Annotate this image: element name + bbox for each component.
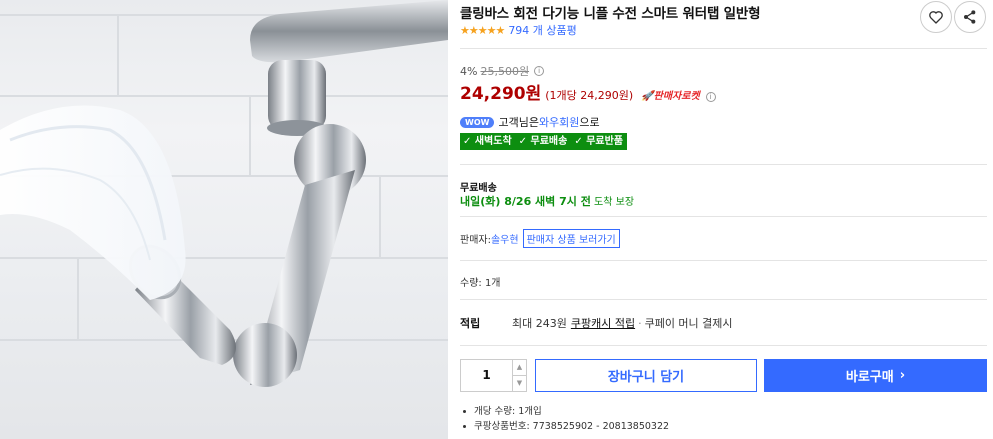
delivery-guarantee: 도착 보장 [590,197,635,208]
benefit-dawn-delivery: ✓ 새벽도착 [463,136,512,147]
delivery-eta: 내일(화) 8/26 새벽 7시 전 [460,195,591,208]
add-to-cart-button[interactable]: 장바구니 담기 [535,359,757,392]
decrease-quantity-icon[interactable]: ▼ [513,376,526,391]
seller-row: 판매자: 솔우현 판매자 상품 보러가기 [460,229,620,248]
divider [460,216,987,217]
share-button[interactable] [954,1,986,33]
faucet-illustration [0,0,448,387]
benefit-free-return: ✓ 무료반품 [574,136,624,147]
price-row: 24,290원 (1개당 24,290원) 🚀판매자로켓 i [460,79,716,104]
reward-row: 적립 최대 243원 쿠팡캐시 적립 · 쿠페이 머니 결제시 [460,315,733,331]
product-title: 클링바스 회전 다기능 니플 수전 스마트 워터탭 일반형 [460,6,761,22]
seller-rocket-badge: 🚀판매자로켓 [641,91,700,102]
wow-suffix: 으로 [579,116,600,129]
divider [460,48,987,49]
wow-prefix: 고객님은 [498,116,539,129]
rocket-info-icon[interactable]: i [705,92,716,102]
info-icon[interactable]: i [534,66,545,76]
divider [460,164,987,165]
wow-badge: WOW [460,116,495,128]
buy-now-button[interactable]: 바로구매 › [764,359,987,392]
increase-quantity-icon[interactable]: ▲ [513,360,526,376]
sale-price: 24,290원 [460,84,542,104]
product-notes: 개당 수량: 1개입 쿠팡상품번호: 7738525902 - 20813850… [460,404,669,434]
product-page: 클링바스 회전 다기능 니플 수전 스마트 워터탭 일반형 ★★★★★ 794 … [0,0,993,439]
quantity-stepper[interactable]: 1 ▲ ▼ [460,359,527,392]
benefit-badges: ✓ 새벽도착 ✓ 무료배송 ✓ 무료반품 [460,133,628,150]
benefit-free-shipping: ✓ 무료배송 [518,136,568,147]
wow-member-row: WOW 고객님은 와우회원 으로 [460,114,600,130]
stepper-controls: ▲ ▼ [512,360,526,391]
reward-label: 적립 [460,317,481,330]
shipping-title: 무료배송 [460,183,497,194]
divider [460,260,987,261]
product-info-panel: 클링바스 회전 다기능 니플 수전 스마트 워터탭 일반형 ★★★★★ 794 … [460,0,988,439]
note-item: 개당 수량: 1개입 [460,404,669,419]
seller-name-link[interactable]: 솔우현 [491,231,519,246]
quantity-input[interactable]: 1 [461,360,512,391]
seller-store-button[interactable]: 판매자 상품 보러가기 [522,229,620,248]
unit-price: (1개당 24,290원) [545,89,634,102]
original-price: 25,500원 [480,65,530,78]
wow-member-link[interactable]: 와우회원 [539,114,579,130]
share-icon [964,10,976,24]
divider [460,299,987,300]
wishlist-button[interactable] [920,1,952,33]
note-item: 쿠팡상품번호: 7738525902 - 20813850322 [460,419,669,434]
discount-rate: 4% [460,64,478,78]
star-rating-icon: ★★★★★ [460,23,505,37]
divider [460,345,987,346]
seller-label: 판매자: [460,235,491,246]
heart-icon [929,11,943,24]
review-count-link[interactable]: 794 개 상품평 [508,22,576,38]
rating-row[interactable]: ★★★★★ 794 개 상품평 [460,22,577,38]
shipping-info: 내일(화) 8/26 새벽 7시 전 도착 보장 [460,193,634,209]
reward-separator: · [638,316,642,330]
discount-row: 4% 25,500원 i [460,63,545,79]
chevron-right-icon: › [899,368,906,383]
buy-now-label: 바로구매 [845,370,894,385]
quantity-label: 수량: 1개 [460,278,501,289]
coupang-cash-link[interactable]: 쿠팡캐시 적립 [571,315,635,331]
reward-method: 쿠페이 머니 결제시 [644,317,733,330]
reward-amount: 최대 243원 [512,317,567,330]
product-image[interactable] [0,0,448,439]
